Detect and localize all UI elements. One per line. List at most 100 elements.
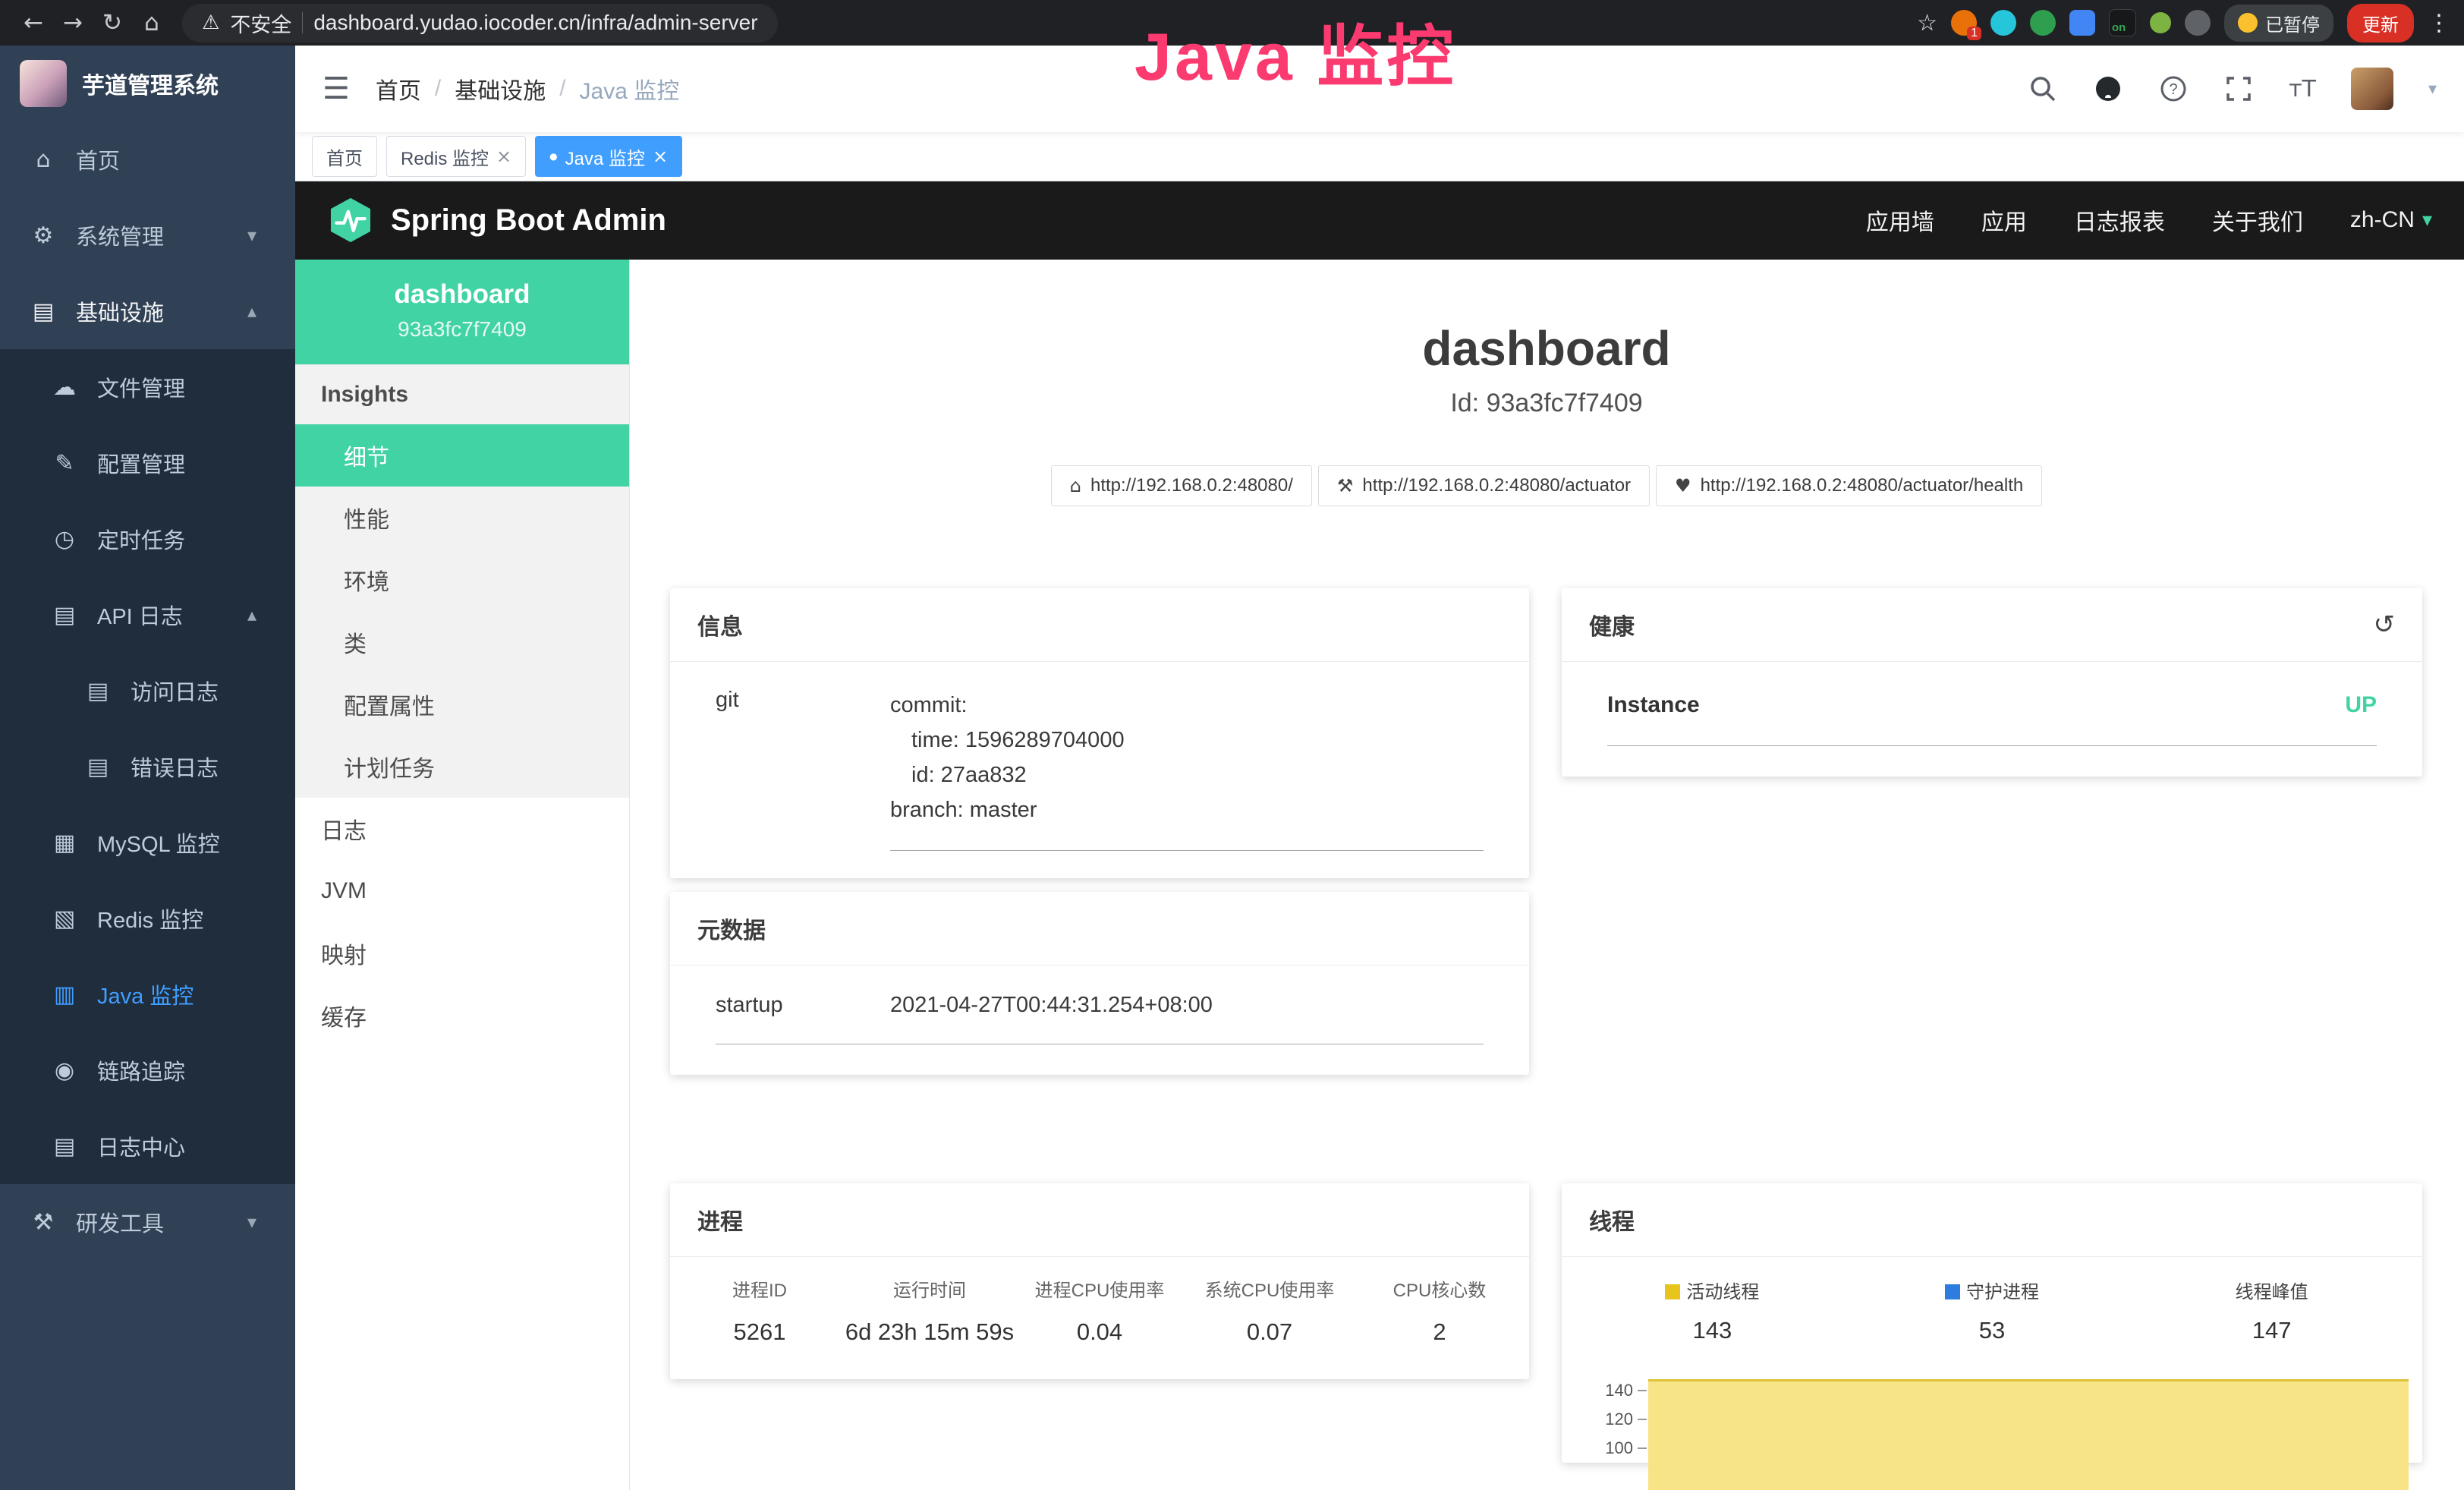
sidebar-item-scheduled[interactable]: 定时任务	[0, 501, 295, 577]
threads-card: 线程 活动线程 143 守护进程 53 线程峰值 147 140	[1562, 1183, 2422, 1463]
sidebar-item-api-log[interactable]: API 日志	[0, 577, 295, 653]
breadcrumb-home[interactable]: 首页	[376, 72, 421, 106]
threads-legend: 活动线程 143 守护进程 53 线程峰值 147	[1562, 1257, 2422, 1347]
insights-item-configprops[interactable]: 配置属性	[295, 673, 629, 736]
card-title: 元数据	[670, 892, 1529, 966]
sidebar-item-access-log[interactable]: 访问日志	[0, 653, 295, 729]
extension-icon[interactable]: on	[2109, 9, 2136, 36]
bookmark-star-icon[interactable]	[1917, 10, 1937, 36]
sidebar-item-system[interactable]: 系统管理	[0, 197, 295, 273]
link-url: http://192.168.0.2:48080/actuator/health	[1701, 475, 2024, 496]
search-icon[interactable]	[2028, 74, 2058, 104]
font-size-icon[interactable]	[2289, 76, 2316, 102]
instance-link-actuator[interactable]: http://192.168.0.2:48080/actuator	[1318, 465, 1650, 506]
insights-item-metrics[interactable]: 性能	[295, 487, 629, 549]
sidebar-item-file[interactable]: 文件管理	[0, 349, 295, 425]
paused-badge[interactable]: 已暂停	[2224, 5, 2333, 42]
process-card: 进程 进程ID 5261 运行时间 6d 23h 15m 59s 进程CPU使用…	[670, 1183, 1529, 1379]
sidebar-item-mappings[interactable]: 映射	[295, 922, 629, 984]
sidebar-item-jvm[interactable]: JVM	[295, 860, 629, 922]
question-icon[interactable]: ?	[2158, 74, 2189, 104]
caret-down-icon[interactable]	[2428, 80, 2437, 99]
sidebar-item-caches[interactable]: 缓存	[295, 984, 629, 1047]
card-title-label: 进程	[697, 1203, 743, 1236]
stat-label: 进程ID	[675, 1275, 845, 1302]
info-line: branch: master	[890, 792, 1484, 827]
breadcrumb-infrastructure[interactable]: 基础设施	[455, 72, 546, 106]
sidebar-item-error-log[interactable]: 错误日志	[0, 729, 295, 805]
tab-java-monitor[interactable]: Java 监控	[535, 136, 682, 177]
extension-icon[interactable]	[2150, 12, 2171, 33]
sidebar-item-config[interactable]: 配置管理	[0, 425, 295, 501]
browser-home-icon[interactable]	[132, 9, 172, 36]
sba-nav-applications[interactable]: 应用	[1981, 203, 2027, 237]
avatar[interactable]	[2351, 68, 2393, 110]
sidebar-item-infrastructure[interactable]: 基础设施	[0, 273, 295, 349]
close-icon[interactable]	[496, 146, 511, 167]
sidebar-item-home[interactable]: 首页	[0, 121, 295, 197]
update-button[interactable]: 更新	[2347, 4, 2414, 43]
api-log-submenu: 访问日志 错误日志	[0, 653, 295, 805]
tab-redis-monitor[interactable]: Redis 监控	[386, 136, 526, 177]
address-bar[interactable]: 不安全 dashboard.yudao.iocoder.cn/infra/adm…	[182, 4, 778, 43]
health-key: Instance	[1607, 692, 1700, 718]
instance-link-home[interactable]: http://192.168.0.2:48080/	[1051, 465, 1312, 506]
stat-pid: 进程ID 5261	[675, 1275, 845, 1346]
access-log-icon	[83, 678, 112, 704]
sidebar-item-redis[interactable]: Redis 监控	[0, 880, 295, 956]
extension-icon[interactable]	[2185, 10, 2211, 36]
sidebar-item-label: Java 监控	[97, 978, 194, 1010]
info-line: commit:	[890, 688, 1484, 723]
close-icon[interactable]	[653, 146, 668, 167]
sidebar-item-trace[interactable]: 链路追踪	[0, 1032, 295, 1108]
app-logo[interactable]: 芋道管理系统	[0, 46, 295, 121]
sidebar-item-mysql[interactable]: MySQL 监控	[0, 805, 295, 880]
card-title: 信息	[670, 588, 1529, 662]
insights-item-environment[interactable]: 环境	[295, 549, 629, 611]
history-icon[interactable]	[2374, 610, 2396, 640]
sidebar-item-logs[interactable]: 日志	[295, 798, 629, 860]
browser-reload-icon[interactable]	[93, 9, 132, 36]
tab-label: 首页	[326, 143, 363, 170]
log-center-icon	[50, 1133, 79, 1160]
sba-nav-journal[interactable]: 日志报表	[2074, 203, 2165, 237]
sba-nav-about[interactable]: 关于我们	[2212, 203, 2303, 237]
locale-selector[interactable]: zh-CN	[2350, 207, 2432, 233]
cards-grid: 信息 git commit: time: 1596289704000 id: 2…	[629, 588, 2464, 1463]
sidebar-item-log-center[interactable]: 日志中心	[0, 1108, 295, 1184]
address-divider	[302, 12, 303, 33]
instance-link-health[interactable]: http://192.168.0.2:48080/actuator/health	[1656, 465, 2042, 506]
header-actions: ?	[2028, 68, 2437, 110]
item-label: 类	[344, 625, 367, 659]
legend-peak-threads: 线程峰值 147	[2132, 1277, 2412, 1344]
sidebar-item-dev-tools[interactable]: 研发工具	[0, 1184, 295, 1260]
extension-icon[interactable]	[2069, 10, 2095, 36]
stat-value: 0.04	[1015, 1318, 1185, 1346]
extension-icon[interactable]: 1	[1951, 10, 1977, 36]
legend-live-threads: 活动线程 143	[1572, 1277, 1852, 1344]
instance-header[interactable]: dashboard 93a3fc7f7409	[295, 260, 629, 364]
insights-item-scheduled-tasks[interactable]: 计划任务	[295, 736, 629, 798]
sidebar-item-label: MySQL 监控	[97, 827, 220, 858]
extension-icon[interactable]	[2030, 10, 2056, 36]
insights-item-classes[interactable]: 类	[295, 611, 629, 673]
sidebar-item-java-monitor[interactable]: Java 监控	[0, 956, 295, 1032]
yellow-swatch-icon	[1665, 1284, 1680, 1299]
browser-menu-icon[interactable]	[2428, 10, 2450, 36]
tab-home[interactable]: 首页	[312, 136, 377, 177]
sba-nav-wallboard[interactable]: 应用墙	[1866, 203, 1934, 237]
error-log-icon	[83, 754, 112, 780]
browser-back-icon[interactable]	[14, 9, 53, 36]
hamburger-icon[interactable]	[323, 71, 350, 106]
info-key: git	[716, 688, 890, 851]
extension-icon[interactable]	[1990, 10, 2016, 36]
legend-daemon-threads: 守护进程 53	[1852, 1277, 2132, 1344]
link-url: http://192.168.0.2:48080/	[1090, 475, 1293, 496]
fullscreen-icon[interactable]	[2223, 74, 2254, 104]
y-tick: 100	[1581, 1434, 1647, 1463]
github-icon[interactable]	[2093, 74, 2123, 104]
sba-brand[interactable]: Spring Boot Admin	[391, 203, 666, 238]
chart-plot-area	[1647, 1370, 2409, 1463]
browser-forward-icon[interactable]	[53, 9, 93, 36]
insights-item-details[interactable]: 细节	[295, 424, 629, 487]
